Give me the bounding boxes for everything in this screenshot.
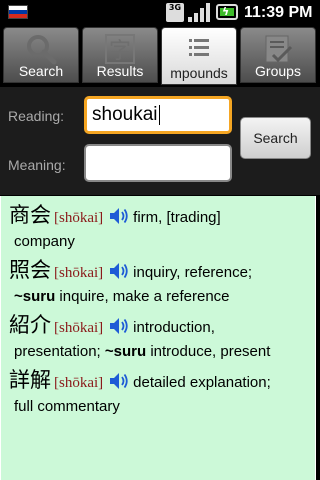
search-panel: Reading: shoukai Meaning: Search [0, 87, 320, 195]
speaker-icon[interactable] [109, 262, 129, 280]
reading-input-value: shoukai [92, 104, 158, 125]
entry-meaning-cont: ~suru inquire, make a reference [14, 288, 230, 305]
entry-reading: [shōkai] [54, 210, 104, 226]
entry-meaning-cont: full commentary [14, 398, 120, 415]
clock: 11:39 PM [244, 4, 313, 21]
russia-flag-icon [8, 5, 28, 19]
list-item[interactable]: 紹介 [shōkai] introduction, presentation; ~s… [1, 314, 315, 363]
entry-reading: [shōkai] [54, 375, 104, 391]
entry-reading: [shōkai] [54, 320, 104, 336]
entry-meaning-cont: presentation; ~suru introduce, present [14, 343, 271, 360]
magnifier-icon [27, 35, 57, 65]
svg-text:字: 字 [109, 39, 131, 64]
battery-charging-icon: ϟ [216, 4, 238, 20]
entry-kanji: 詳解 [9, 368, 51, 392]
entry-kanji: 照会 [9, 258, 51, 282]
list-item[interactable]: 詳解 [shōkai] detailed explanation; full com… [1, 369, 315, 418]
checklist-icon [265, 35, 293, 63]
list-item[interactable]: 商会 [shōkai] firm, [trading] company [1, 204, 315, 253]
tab-search[interactable]: Search [3, 27, 79, 83]
scrollbar[interactable] [316, 196, 320, 480]
kanji-card-icon: 字 [105, 34, 135, 64]
entry-kanji: 紹介 [9, 313, 51, 337]
tab-groups[interactable]: Groups [240, 27, 316, 83]
tab-results[interactable]: 字 Results [82, 27, 158, 83]
reading-input[interactable]: shoukai [84, 96, 232, 134]
entry-reading: [shōkai] [54, 265, 104, 281]
speaker-icon[interactable] [109, 207, 129, 225]
tab-label: Search [18, 63, 64, 79]
entry-meaning: introduction, [133, 319, 215, 336]
entry-meaning: detailed explanation; [133, 374, 271, 391]
entry-meaning: inquiry, reference; [133, 264, 253, 281]
meaning-input[interactable] [84, 144, 232, 182]
tab-compounds[interactable]: mpounds [161, 27, 237, 85]
results-list: 商会 [shōkai] firm, [trading] company 照会 [shō… [0, 196, 316, 480]
tab-label: mpounds [170, 65, 228, 81]
entry-meaning: firm, [trading] [133, 209, 221, 226]
network-type-icon: 3G [166, 3, 184, 22]
text-caret [158, 104, 160, 125]
suru-marker: ~suru [14, 288, 56, 305]
search-button[interactable]: Search [240, 117, 311, 159]
reading-label: Reading: [8, 108, 65, 124]
list-icon [189, 39, 209, 56]
list-item[interactable]: 照会 [shōkai] inquiry, reference; ~suru inqu… [1, 259, 315, 308]
signal-strength-icon [188, 3, 210, 22]
entry-meaning-cont: company [14, 233, 75, 250]
entry-kanji: 商会 [9, 203, 51, 227]
meaning-label: Meaning: [8, 157, 66, 173]
tab-bar: Search 字 Results mpounds Groups [0, 25, 320, 85]
speaker-icon[interactable] [109, 317, 129, 335]
suru-marker: ~suru [104, 343, 147, 360]
status-bar: 3G ϟ 11:39 PM [0, 0, 320, 25]
speaker-icon[interactable] [109, 372, 129, 390]
tab-label: Groups [255, 63, 301, 79]
tab-label: Results [96, 63, 144, 79]
